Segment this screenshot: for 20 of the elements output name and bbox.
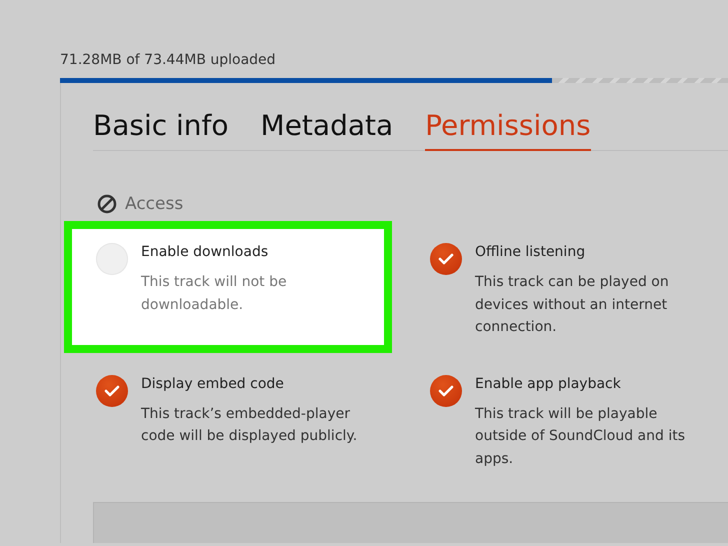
option-title: Enable app playback [475, 374, 622, 394]
option-description: This track will not be downloadable. [141, 273, 288, 314]
option-description: This track will be playable outside of SoundCloud and its apps. [475, 404, 686, 468]
toggle-checkbox[interactable] [430, 243, 462, 275]
toggle-checkbox[interactable] [96, 243, 128, 275]
option-title: Enable downloads [141, 243, 270, 262]
checkmark-icon [104, 384, 120, 398]
tab[interactable]: Basic info [93, 109, 229, 151]
toggle-checkbox[interactable] [430, 374, 462, 406]
checkmark-icon [438, 384, 454, 398]
option-description: This track can be played on devices without an internet connection. [475, 273, 670, 337]
checkmark-icon [438, 252, 454, 266]
prohibited-icon [97, 194, 117, 214]
upload-status: 71.28MB of 73.44MB uploaded [60, 51, 277, 70]
option-description: This track’s embedded-player code will be displayed publicly. [141, 404, 358, 446]
option-title: Offline listening [475, 243, 586, 262]
toggle-checkbox[interactable] [96, 374, 128, 406]
section-title: Access [125, 194, 184, 214]
tab[interactable]: Metadata [260, 109, 394, 151]
option-title: Display embed code [141, 374, 285, 394]
